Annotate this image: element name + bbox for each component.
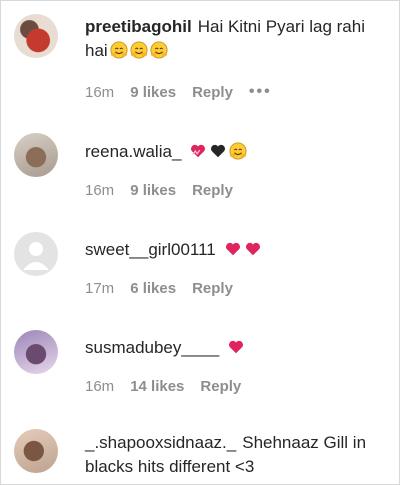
comment-body: susmadubey____	[85, 336, 387, 360]
reply-button[interactable]: Reply	[200, 378, 241, 395]
default-user-icon	[23, 242, 49, 270]
smiling-face-with-hands-icon	[227, 142, 247, 161]
reply-button[interactable]: Reply	[192, 84, 233, 101]
smiling-face-with-hands-icon	[128, 41, 148, 60]
more-options-icon[interactable]: •••	[249, 83, 272, 101]
comment-likes[interactable]: 9 likes	[130, 182, 176, 199]
black-heart-icon	[207, 142, 227, 161]
comment-username[interactable]: susmadubey____	[85, 338, 219, 357]
comment-username[interactable]: reena.walia_	[85, 142, 181, 161]
avatar[interactable]	[14, 330, 58, 374]
comment-username[interactable]: sweet__girl00111	[85, 240, 216, 259]
comment-time: 16m	[85, 83, 115, 101]
comment-likes[interactable]: 9 likes	[130, 84, 176, 101]
avatar[interactable]	[14, 232, 58, 276]
red-heart-icon	[242, 240, 262, 259]
comment-body: reena.walia_	[85, 140, 387, 164]
comment-body: _.shapooxsidnaaz._ Shehnaaz Gill in black…	[85, 431, 387, 479]
avatar[interactable]	[14, 429, 58, 473]
comment-time: 17m	[85, 280, 115, 297]
comment-meta: 16m 9 likes Reply	[85, 182, 233, 199]
comment-meta: 16m 9 likes Reply •••	[85, 83, 272, 101]
red-heart-icon	[225, 338, 245, 357]
smiling-face-with-hands-icon	[148, 41, 168, 60]
reply-button[interactable]: Reply	[192, 182, 233, 199]
smiling-face-with-hands-icon	[108, 41, 128, 60]
comment-username[interactable]: preetibagohil	[85, 17, 192, 36]
comment-likes[interactable]: 14 likes	[130, 378, 184, 395]
avatar[interactable]	[14, 14, 58, 58]
red-heart-icon	[222, 240, 242, 259]
avatar[interactable]	[14, 133, 58, 177]
comment-body: sweet__girl00111	[85, 238, 387, 262]
comment-meta: 17m 6 likes Reply	[85, 280, 233, 297]
heart-with-ribbon-icon	[187, 142, 207, 161]
comment-time: 16m	[85, 182, 115, 199]
comment-body: preetibagohil Hai Kitni Pyari lag rahi ha…	[85, 15, 387, 63]
comment-time: 16m	[85, 378, 115, 395]
comment-likes[interactable]: 6 likes	[130, 280, 176, 297]
comment-meta: 16m 14 likes Reply	[85, 378, 241, 395]
comment-username[interactable]: _.shapooxsidnaaz._	[85, 433, 236, 452]
reply-button[interactable]: Reply	[192, 280, 233, 297]
